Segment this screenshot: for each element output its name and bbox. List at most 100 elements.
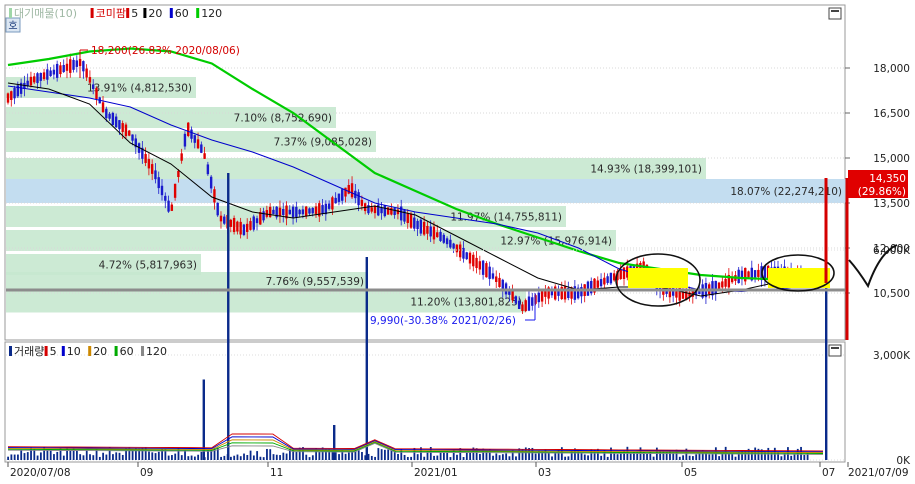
- candle-body: [612, 273, 616, 281]
- volume-bar: [384, 449, 386, 460]
- candle-body: [452, 243, 455, 249]
- window-maximize-icon[interactable]: [828, 7, 842, 20]
- volume-bar: [564, 456, 567, 460]
- volume-bar: [187, 456, 190, 460]
- candle-body: [42, 72, 46, 80]
- volume-bar: [105, 454, 108, 460]
- legend-label: 코미팜: [96, 7, 126, 20]
- volume-bar: [17, 454, 19, 460]
- volume-bar: [790, 455, 793, 460]
- volume-bar: [118, 452, 121, 460]
- candle-body: [426, 225, 429, 234]
- price-tick-label: 13,500: [873, 198, 910, 210]
- volume-bar: [338, 454, 340, 460]
- volume-bar: [567, 456, 570, 460]
- volume-spike-bar: [333, 425, 336, 460]
- candle-body: [10, 91, 13, 100]
- stock-chart-window: 13.91% (4,812,530) 7.10% (8,752,690) 7.37%…: [0, 0, 915, 480]
- legend-label: 20: [93, 345, 107, 358]
- volume-bar: [243, 453, 245, 460]
- high-annotation: 18,200(26.83% 2020/08/06): [91, 45, 240, 57]
- candle-body: [128, 130, 131, 136]
- volume-bar: [282, 452, 285, 460]
- volume-bar: [387, 449, 390, 460]
- volume-bar: [469, 452, 472, 460]
- candle-body: [33, 76, 36, 83]
- volume-bar: [433, 455, 435, 460]
- volume-bar: [449, 457, 452, 460]
- volume-bar: [154, 453, 157, 460]
- candle-body: [580, 287, 583, 297]
- candle-body: [337, 193, 341, 202]
- candle-body: [213, 189, 216, 203]
- candle-body: [170, 204, 174, 211]
- window-maximize-icon[interactable]: [828, 344, 842, 357]
- highlight-box: [768, 268, 830, 288]
- candle-body: [757, 269, 760, 277]
- candle-body: [111, 112, 115, 126]
- legend-label: 20: [148, 7, 162, 20]
- candle-body: [491, 273, 495, 279]
- volume-bar: [295, 451, 298, 460]
- volume-bar: [151, 452, 154, 460]
- candle-body: [458, 244, 462, 258]
- volume-bar: [197, 454, 200, 460]
- volume-bar: [498, 455, 501, 460]
- volume-bar: [403, 454, 406, 460]
- legend-label: 120: [146, 345, 167, 358]
- x-tick-label: 11: [270, 467, 283, 479]
- x-tick-label: 2021/01: [414, 467, 458, 479]
- candle-body: [249, 221, 252, 230]
- candle-body: [173, 183, 177, 198]
- candle-body: [711, 281, 714, 296]
- candle-body: [236, 221, 239, 232]
- volume-bar: [793, 454, 796, 460]
- candle-body: [298, 209, 301, 215]
- volume-bar: [269, 449, 272, 460]
- volume-bar: [115, 452, 118, 460]
- volume-bar: [695, 454, 698, 460]
- x-tick-label: 05: [684, 467, 697, 479]
- volume-bar: [10, 454, 13, 460]
- candle-body: [429, 226, 432, 237]
- candle-body: [131, 134, 134, 141]
- candle-body: [46, 69, 49, 80]
- volume-bar: [629, 452, 632, 460]
- candle-body: [380, 207, 383, 214]
- candle-body: [341, 189, 344, 201]
- volume-bar: [718, 456, 721, 460]
- candle-body: [596, 280, 599, 288]
- candle-body: [190, 129, 193, 139]
- candle-body: [88, 77, 92, 83]
- volume-bar: [583, 454, 586, 460]
- candle-body: [524, 300, 527, 312]
- volume-bar: [678, 456, 681, 460]
- volume-bar: [180, 455, 183, 460]
- supply-band-label: 11.20% (13,801,825): [410, 296, 522, 308]
- x-tick-label: 2021/07/09: [848, 467, 909, 479]
- candle-body: [344, 187, 347, 197]
- volume-bar: [193, 456, 196, 460]
- candle-body: [62, 65, 65, 72]
- candle-body: [268, 206, 272, 218]
- candle-body: [101, 102, 105, 113]
- candle-body: [85, 68, 88, 78]
- volume-bar: [616, 454, 619, 460]
- candle-body: [442, 234, 445, 243]
- legend-label: 5: [50, 345, 57, 358]
- volume-bar: [406, 456, 409, 460]
- volume-bar: [7, 456, 9, 460]
- candle-body: [108, 113, 111, 119]
- legend-label: 60: [175, 7, 189, 20]
- candle-body: [455, 244, 459, 253]
- candle-body: [383, 205, 387, 217]
- supply-band-label: 14.93% (18,399,101): [590, 164, 702, 176]
- candle-body: [413, 217, 416, 229]
- supply-band-label: 7.37% (9,085,028): [274, 137, 372, 149]
- candle-body: [242, 224, 246, 236]
- volume-bar: [13, 454, 16, 460]
- candle-body: [373, 206, 377, 214]
- volume-bar: [246, 454, 249, 460]
- candle-body: [164, 195, 167, 201]
- volume-bar: [580, 453, 583, 460]
